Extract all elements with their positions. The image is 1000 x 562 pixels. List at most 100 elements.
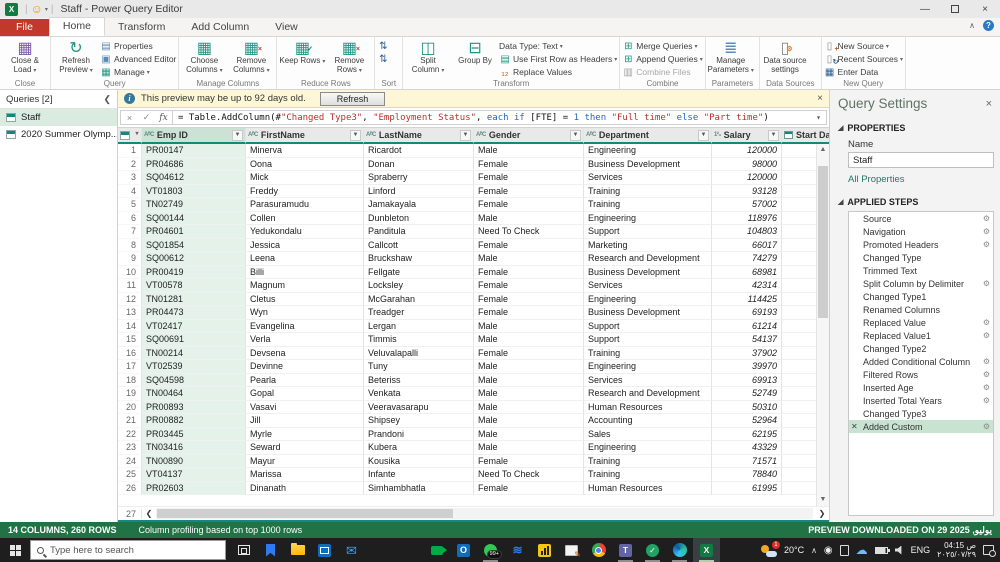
cell[interactable]: SQ00144 <box>142 212 246 226</box>
use-first-row-as-headers-button[interactable]: ▤Use First Row as Headers▾ <box>499 53 617 65</box>
cell[interactable]: 120000 <box>712 144 782 158</box>
applied-step[interactable]: Renamed Columns <box>849 303 993 316</box>
cell[interactable]: Support <box>584 225 712 239</box>
cell[interactable]: 104803 <box>712 225 782 239</box>
step-settings-gear-icon[interactable]: ⚙ <box>983 227 990 236</box>
cell[interactable]: Training <box>584 347 712 361</box>
cell[interactable]: Kousika <box>364 455 474 469</box>
cell[interactable]: PR00882 <box>142 414 246 428</box>
query-item[interactable]: 2020 Summer Olymp... <box>0 126 117 143</box>
cell[interactable]: VT00578 <box>142 279 246 293</box>
cell[interactable]: Jessica <box>246 239 364 253</box>
applied-step[interactable]: Split Column by Delimiter⚙ <box>849 277 993 290</box>
minimize-button[interactable]: — <box>910 0 940 18</box>
messages-taskbar-icon[interactable]: 99+ <box>477 538 504 562</box>
file-explorer-taskbar-icon[interactable] <box>284 538 311 562</box>
cell[interactable]: Leena <box>246 252 364 266</box>
applied-step[interactable]: Navigation⚙ <box>849 225 993 238</box>
excel-taskbar-icon[interactable]: X <box>693 538 720 562</box>
grid-corner-cell[interactable]: ▾ <box>118 128 142 144</box>
keep-rows-button[interactable]: ▦✓Keep Rows▾ <box>279 38 325 79</box>
cell[interactable]: 93128 <box>712 185 782 199</box>
cell[interactable]: Wyn <box>246 306 364 320</box>
row-number[interactable]: 8 <box>118 239 142 253</box>
cell[interactable]: Male <box>474 320 584 334</box>
cell[interactable]: Female <box>474 279 584 293</box>
language-indicator[interactable]: ENG <box>911 545 931 555</box>
cell[interactable]: Services <box>584 279 712 293</box>
cell[interactable]: Training <box>584 455 712 469</box>
clock[interactable]: 04:15 ص٢٠٢٥/٠٧/٢٩ <box>937 541 976 559</box>
applied-step[interactable]: Changed Type3 <box>849 407 993 420</box>
cell[interactable]: Engineering <box>584 144 712 158</box>
mail-taskbar-icon[interactable]: ✉ <box>338 538 365 562</box>
cell[interactable]: SQ04612 <box>142 171 246 185</box>
cell[interactable]: Training <box>584 468 712 482</box>
new-source-button[interactable]: ▯+New Source▾ <box>824 40 904 52</box>
step-settings-gear-icon[interactable]: ⚙ <box>983 279 990 288</box>
cell[interactable]: Accounting <box>584 414 712 428</box>
cell[interactable]: TN01281 <box>142 293 246 307</box>
cell[interactable]: Jamakayala <box>364 198 474 212</box>
cell[interactable]: Bruckshaw <box>364 252 474 266</box>
cell[interactable]: PR00419 <box>142 266 246 280</box>
teams-taskbar-icon[interactable]: T <box>612 538 639 562</box>
task-view-taskbar-icon[interactable] <box>230 538 257 562</box>
cell[interactable]: Female <box>474 293 584 307</box>
row-number[interactable]: 11 <box>118 279 142 293</box>
remove-rows-button[interactable]: ▦×Remove Rows▾ <box>326 38 372 79</box>
cell[interactable]: 62195 <box>712 428 782 442</box>
row-number[interactable]: 13 <box>118 306 142 320</box>
data-source-settings-button[interactable]: ▯⚙Data source settings <box>762 38 808 79</box>
horizontal-scroll-thumb[interactable] <box>157 509 453 518</box>
applied-step[interactable]: Trimmed Text <box>849 264 993 277</box>
cell[interactable]: Lergan <box>364 320 474 334</box>
row-number[interactable]: 2 <box>118 158 142 172</box>
cell[interactable]: 114425 <box>712 293 782 307</box>
cell[interactable]: Locksley <box>364 279 474 293</box>
start-button[interactable] <box>0 538 30 562</box>
cell[interactable]: Male <box>474 212 584 226</box>
row-number[interactable]: 18 <box>118 374 142 388</box>
merge-queries-button[interactable]: ⊞Merge Queries▾ <box>622 40 702 52</box>
collapse-applied-steps-icon[interactable]: ◢ <box>838 198 843 206</box>
applied-step[interactable]: Changed Type2 <box>849 342 993 355</box>
ribbon-tab-transform[interactable]: Transform <box>105 19 178 36</box>
step-settings-gear-icon[interactable]: ⚙ <box>983 370 990 379</box>
cell[interactable]: TN00464 <box>142 387 246 401</box>
power-bi-taskbar-icon[interactable] <box>531 538 558 562</box>
split-column-button[interactable]: ◫Split Column▾ <box>405 38 451 79</box>
cell[interactable]: Female <box>474 347 584 361</box>
onedrive-icon[interactable]: ☁ <box>856 544 868 556</box>
row-number[interactable]: 1 <box>118 144 142 158</box>
cell[interactable]: Parasuramudu <box>246 198 364 212</box>
scroll-left-icon[interactable]: ❮ <box>142 509 156 518</box>
cell[interactable]: Male <box>474 144 584 158</box>
cell[interactable]: Female <box>474 171 584 185</box>
cell[interactable]: 37902 <box>712 347 782 361</box>
column-header-gender[interactable]: AᴮCGender▼ <box>474 128 584 144</box>
commit-formula-icon[interactable]: ✓ <box>138 112 155 123</box>
cell[interactable]: Devsena <box>246 347 364 361</box>
cell[interactable]: Marissa <box>246 468 364 482</box>
cell[interactable]: PR02603 <box>142 482 246 496</box>
cell[interactable]: Business Development <box>584 266 712 280</box>
horizontal-scrollbar[interactable] <box>156 508 813 519</box>
step-settings-gear-icon[interactable]: ⚙ <box>983 422 990 431</box>
cell[interactable]: Venkata <box>364 387 474 401</box>
row-number[interactable]: 26 <box>118 482 142 496</box>
all-properties-link[interactable]: All Properties <box>848 174 992 185</box>
cell[interactable]: PR00147 <box>142 144 246 158</box>
vertical-scrollbar[interactable]: ▲ ▼ <box>816 144 829 506</box>
cell[interactable]: TN00890 <box>142 455 246 469</box>
cell[interactable]: Infante <box>364 468 474 482</box>
scroll-up-icon[interactable]: ▲ <box>820 144 827 156</box>
row-number[interactable]: 20 <box>118 401 142 415</box>
replace-values-button[interactable]: ₁₂Replace Values <box>499 66 617 78</box>
cell[interactable]: 74279 <box>712 252 782 266</box>
cell[interactable]: Female <box>474 306 584 320</box>
cell[interactable]: Beteriss <box>364 374 474 388</box>
cell[interactable]: Linford <box>364 185 474 199</box>
cell[interactable]: 120000 <box>712 171 782 185</box>
cell[interactable]: Research and Development <box>584 387 712 401</box>
